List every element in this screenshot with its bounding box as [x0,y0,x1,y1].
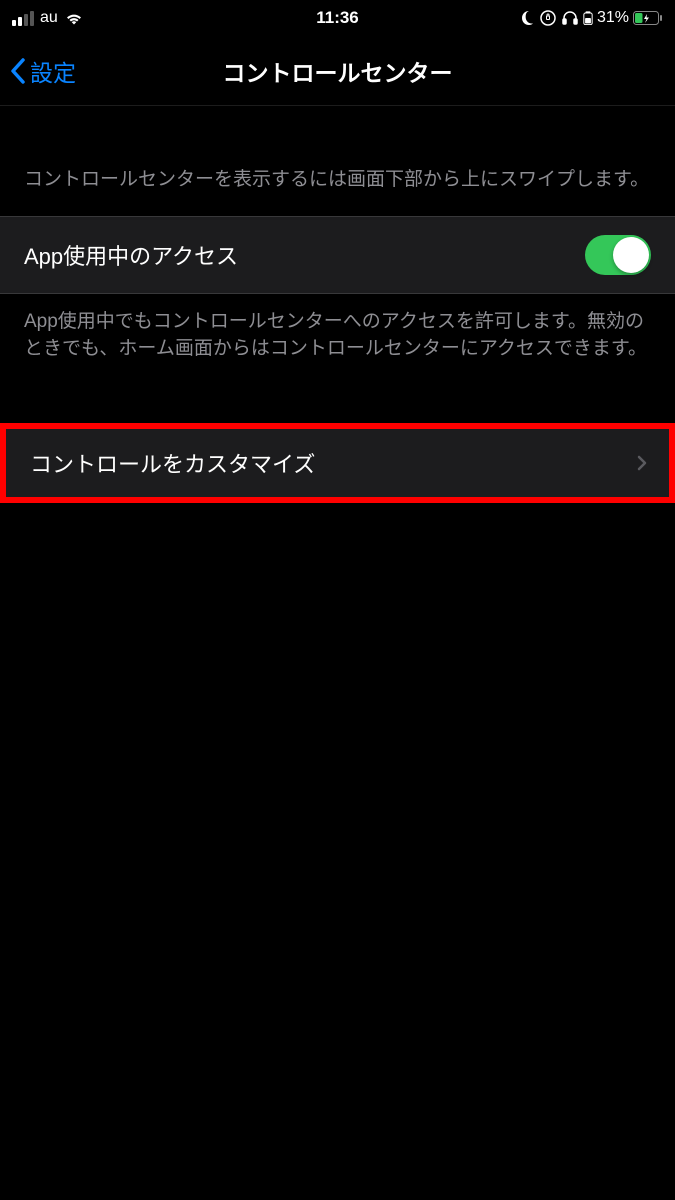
headphones-icon [561,9,579,27]
status-time: 11:36 [229,8,446,28]
row-label: App使用中のアクセス [24,239,238,271]
highlight-annotation: コントロールをカスタマイズ [0,423,675,503]
chevron-right-icon [637,455,647,471]
access-toggle[interactable] [585,235,651,275]
toggle-knob [613,237,649,273]
section-description: コントロールセンターを表示するには画面下部から上にスワイプします。 [0,106,675,216]
battery-indicator-icon [583,11,593,25]
moon-icon [517,9,535,27]
chevron-left-icon [10,58,26,84]
wifi-icon [64,11,84,26]
cellular-signal-icon [12,11,34,26]
customize-controls-row[interactable]: コントロールをカスタマイズ [6,429,669,497]
access-within-apps-row[interactable]: App使用中のアクセス [0,216,675,294]
page-title: コントロールセンター [223,54,453,88]
row-label: コントロールをカスタマイズ [30,447,315,479]
rotation-lock-icon [539,9,557,27]
status-bar: au 11:36 31% [0,0,675,36]
carrier-label: au [40,9,58,27]
section-footer: App使用中でもコントロールセンターへのアクセスを許可します。無効のときでも、ホ… [0,294,675,371]
battery-percent-label: 31% [597,9,629,27]
battery-icon [633,11,663,25]
status-right: 31% [446,9,663,27]
back-button[interactable]: 設定 [10,54,76,88]
nav-bar: 設定 コントロールセンター [0,36,675,106]
back-label: 設定 [30,54,76,88]
status-left: au [12,9,229,27]
